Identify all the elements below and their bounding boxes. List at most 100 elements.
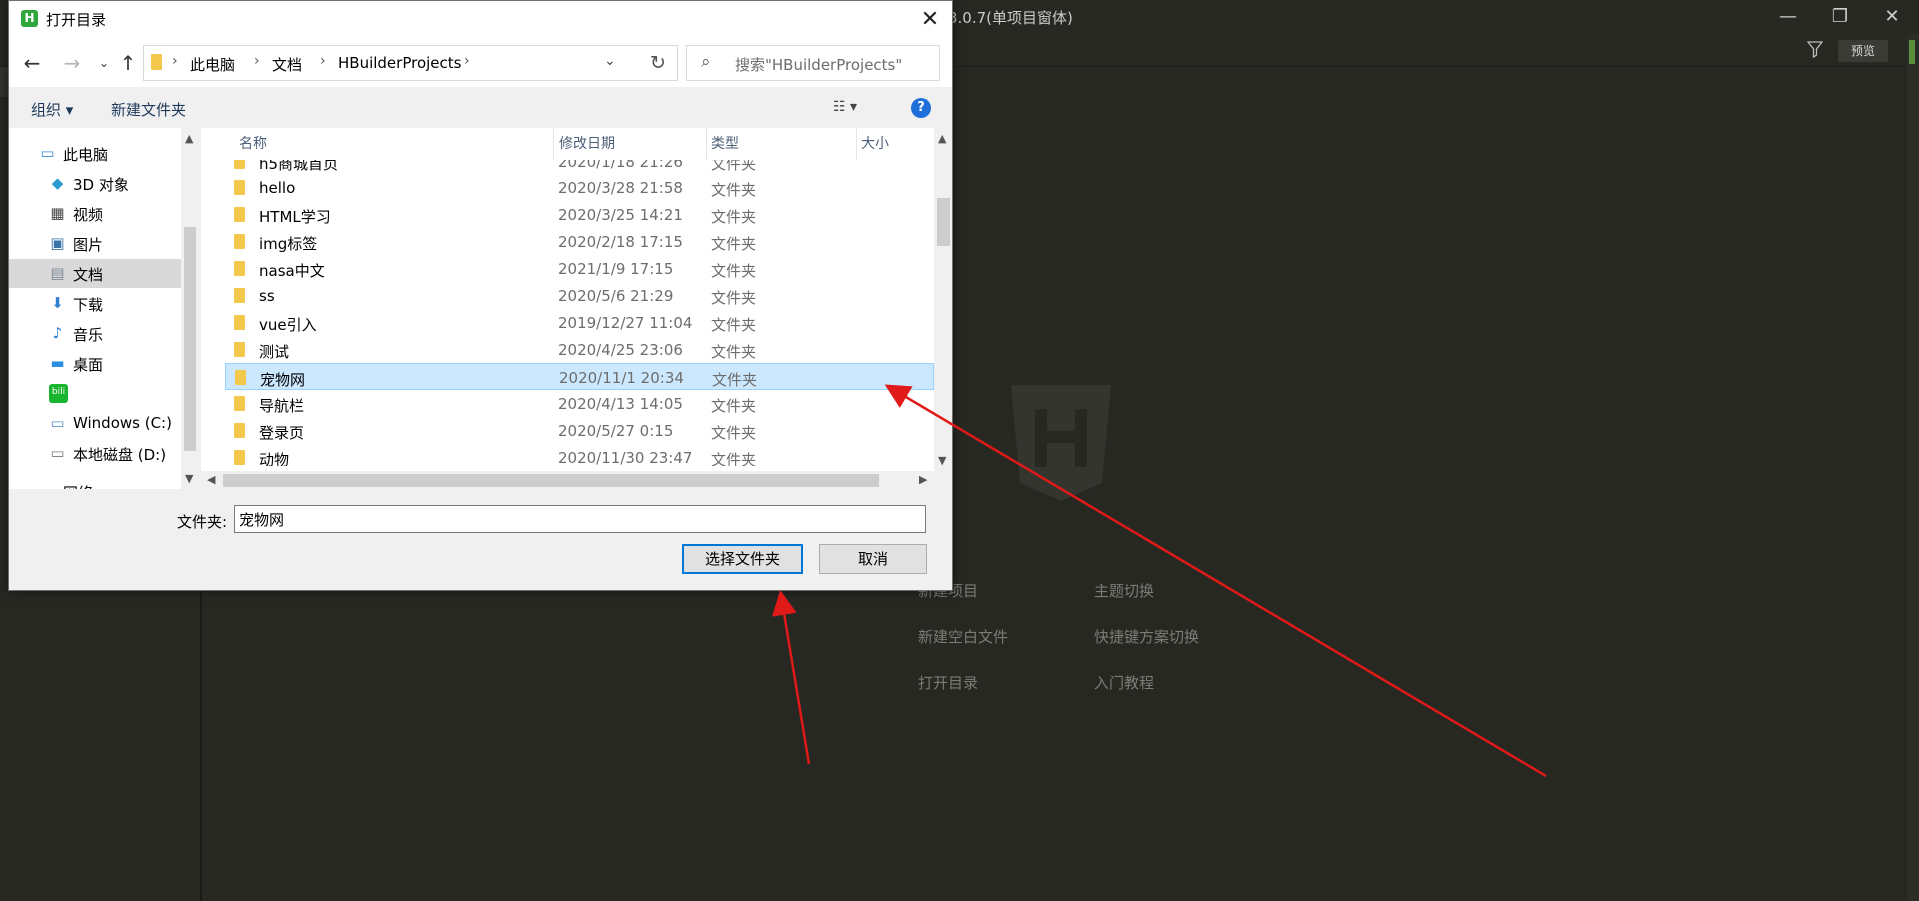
nav-item-drive-c[interactable]: ▭ Windows (C:) (9, 409, 181, 438)
up-arrow-icon[interactable]: ↑ (117, 51, 139, 75)
hscrollbar-thumb[interactable] (223, 474, 879, 487)
breadcrumb-this-pc[interactable]: 此电脑 (190, 54, 235, 75)
file-row[interactable]: ss 2020/5/6 21:29 文件夹 (225, 282, 934, 309)
column-header-name[interactable]: 名称 (239, 128, 267, 160)
nav-item-network[interactable]: ▭ 网络 (9, 477, 181, 490)
restore-icon[interactable]: ❐ (1820, 4, 1860, 30)
keymap-switch-link[interactable]: 快捷键方案切换 (1094, 626, 1199, 647)
nav-item-music[interactable]: ♪ 音乐 (9, 319, 181, 348)
folder-name-input[interactable] (234, 505, 926, 533)
dialog-footer: 文件夹: 选择文件夹 取消 (9, 489, 952, 590)
search-placeholder: 搜索"HBuilderProjects" (735, 56, 903, 74)
nav-item-downloads[interactable]: ⬇ 下载 (9, 289, 181, 318)
folder-icon (234, 234, 245, 249)
file-row[interactable]: img标签 2020/2/18 17:15 文件夹 (225, 228, 934, 255)
chevron-right-icon[interactable]: › (320, 53, 326, 69)
organize-menu[interactable]: 组织 ▾ (31, 99, 73, 120)
new-blank-file-link[interactable]: 新建空白文件 (918, 626, 1008, 647)
column-divider[interactable] (706, 128, 707, 160)
preview-button[interactable]: 预览 (1838, 40, 1888, 62)
download-icon: ⬇ (51, 294, 64, 312)
folder-label: 文件夹: (177, 513, 228, 531)
search-box[interactable]: ⌕ 搜索"HBuilderProjects" (686, 45, 940, 81)
dialog-close-icon[interactable]: ✕ (913, 5, 947, 35)
cancel-button[interactable]: 取消 (819, 544, 927, 574)
tutorial-link[interactable]: 入门教程 (1094, 672, 1154, 693)
file-row[interactable]: 动物 2020/11/30 23:47 文件夹 (225, 444, 934, 466)
folder-icon (234, 180, 245, 195)
nav-item-drive-d[interactable]: ▭ 本地磁盘 (D:) (9, 439, 181, 468)
nav-item-pictures[interactable]: ▣ 图片 (9, 229, 181, 258)
file-row[interactable]: nasa中文 2021/1/9 17:15 文件夹 (225, 255, 934, 282)
folder-icon (234, 207, 245, 222)
breadcrumb-documents[interactable]: 文档 (272, 54, 302, 75)
documents-icon: ▤ (50, 264, 65, 282)
dialog-titlebar: H 打开目录 ✕ (9, 1, 952, 39)
column-header-size[interactable]: 大小 (861, 128, 889, 160)
app-title: 3.0.7(单项目窗体) (948, 9, 1073, 27)
3d-objects-icon: ◆ (51, 174, 64, 192)
folder-icon (234, 423, 245, 438)
nav-item-videos[interactable]: ▦ 视频 (9, 199, 181, 228)
filter-icon[interactable] (1806, 40, 1824, 60)
breadcrumb-hbuilderprojects[interactable]: HBuilderProjects (338, 54, 461, 72)
folder-icon (234, 342, 245, 357)
search-icon: ⌕ (701, 52, 711, 72)
file-row[interactable]: 导航栏 2020/4/13 14:05 文件夹 (225, 390, 934, 417)
scroll-up-icon[interactable]: ▲ (938, 132, 946, 145)
chevron-right-icon[interactable]: › (464, 53, 470, 69)
address-dropdown-icon[interactable]: ⌄ (604, 53, 616, 69)
file-row[interactable]: hello 2020/3/28 21:58 文件夹 (225, 174, 934, 201)
scroll-down-icon[interactable]: ▼ (185, 472, 193, 485)
forward-arrow-icon[interactable]: → (61, 51, 83, 75)
hbuilder-app-icon: H (21, 10, 38, 27)
app-icon: bili (49, 384, 68, 403)
select-folder-button[interactable]: 选择文件夹 (682, 544, 803, 574)
nav-item-desktop[interactable]: ▬ 桌面 (9, 349, 181, 378)
file-row[interactable]: vue引入 2019/12/27 11:04 文件夹 (225, 309, 934, 336)
file-list-vscrollbar[interactable]: ▲ ▼ (934, 128, 952, 471)
minimize-icon[interactable]: — (1768, 4, 1808, 30)
scroll-down-icon[interactable]: ▼ (938, 454, 946, 467)
nav-item-app[interactable]: bili (9, 379, 181, 408)
nav-item-documents[interactable]: ▤ 文档 (9, 259, 181, 288)
dialog-title: 打开目录 (46, 11, 107, 29)
music-icon: ♪ (52, 324, 63, 342)
vscrollbar-thumb[interactable] (937, 198, 950, 246)
refresh-icon[interactable]: ↻ (639, 45, 678, 81)
open-directory-link[interactable]: 打开目录 (918, 672, 978, 693)
nav-item-this-pc[interactable]: ▭ 此电脑 (9, 139, 181, 168)
scroll-up-icon[interactable]: ▲ (185, 132, 193, 145)
back-arrow-icon[interactable]: ← (21, 51, 43, 75)
recent-dropdown-icon[interactable]: ⌄ (93, 51, 115, 75)
column-header-type[interactable]: 类型 (711, 128, 739, 160)
open-directory-dialog: H 打开目录 ✕ ← → ⌄ ↑ › 此电脑 › 文档 › HBuilderPr… (8, 0, 953, 591)
help-icon[interactable]: ? (911, 98, 931, 118)
close-icon[interactable]: ✕ (1872, 4, 1912, 30)
hbuilder-logo-icon (1011, 385, 1111, 501)
file-row[interactable]: h5商城首页 2020/1/18 21:26 文件夹 (225, 160, 934, 175)
theme-switch-link[interactable]: 主题切换 (1094, 580, 1154, 601)
file-row[interactable]: HTML学习 2020/3/25 14:21 文件夹 (225, 201, 934, 228)
column-divider[interactable] (856, 128, 857, 160)
nav-item-3d-objects[interactable]: ◆ 3D 对象 (9, 169, 181, 198)
file-row-selected[interactable]: 宠物网 2020/11/1 20:34 文件夹 (225, 363, 934, 390)
computer-icon: ▭ (40, 144, 55, 162)
address-bar[interactable]: › 此电脑 › 文档 › HBuilderProjects › ⌄ (143, 45, 641, 81)
file-row[interactable]: 测试 2020/4/25 23:06 文件夹 (225, 336, 934, 363)
chevron-right-icon[interactable]: › (172, 53, 178, 69)
file-rows: h5商城首页 2020/1/18 21:26 文件夹 hello 2020/3/28 … (201, 160, 934, 466)
scroll-left-icon[interactable]: ◀ (207, 473, 215, 486)
nav-scrollbar[interactable]: ▲ ▼ (181, 128, 198, 489)
nav-scrollbar-thumb[interactable] (184, 227, 196, 451)
column-divider[interactable] (553, 128, 554, 160)
new-folder-button[interactable]: 新建文件夹 (111, 99, 186, 120)
scroll-right-icon[interactable]: ▶ (919, 473, 927, 486)
file-list-hscrollbar[interactable]: ◀ ▶ (201, 471, 934, 489)
folder-icon (234, 315, 245, 330)
view-options-icon[interactable]: ☷ ▾ (833, 99, 857, 115)
file-row[interactable]: 登录页 2020/5/27 0:15 文件夹 (225, 417, 934, 444)
chevron-right-icon[interactable]: › (254, 53, 260, 69)
file-list: ^ 名称 修改日期 类型 大小 h5商城首页 2020/1/18 21:26 文件夹… (201, 128, 934, 489)
column-header-modified[interactable]: 修改日期 (559, 128, 615, 160)
